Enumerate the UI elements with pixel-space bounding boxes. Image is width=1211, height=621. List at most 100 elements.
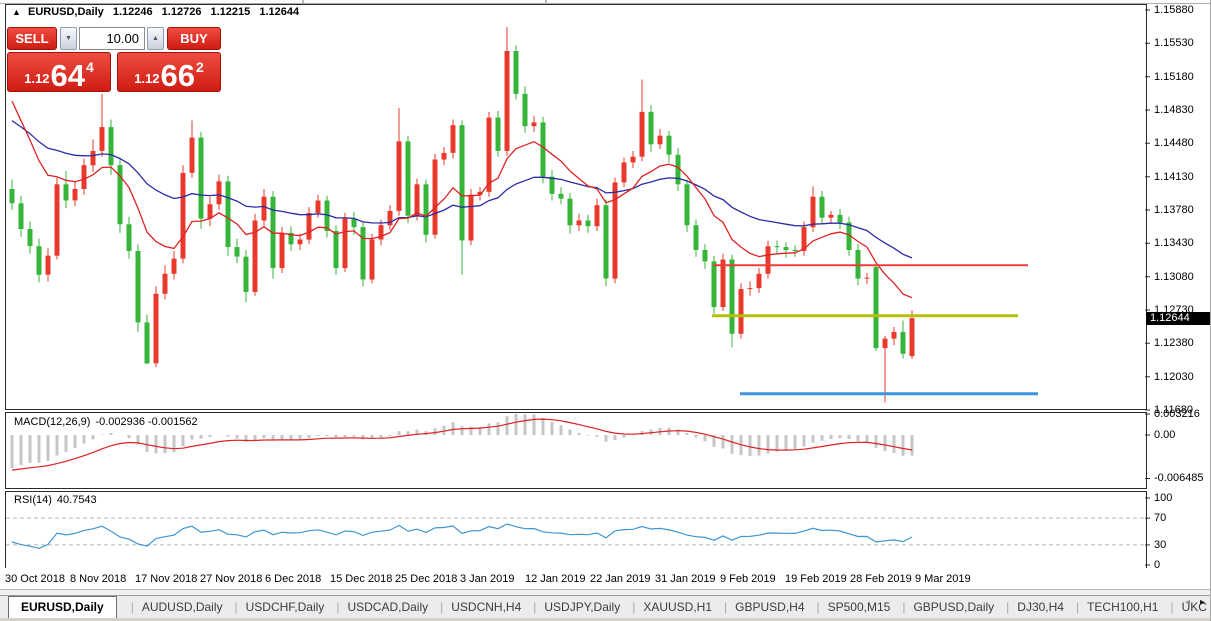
candle-body — [487, 118, 492, 192]
candle-body — [19, 203, 24, 229]
candle-body — [838, 215, 843, 223]
date-axis-label: 28 Feb 2019 — [850, 573, 912, 585]
candle-body — [910, 318, 915, 356]
candle-body — [433, 160, 438, 235]
candle-body — [523, 94, 528, 126]
candle-body — [694, 225, 699, 250]
tab-eurusd-daily[interactable]: EURUSD,Daily — [8, 596, 117, 619]
candle-body — [739, 289, 744, 334]
macd-axis-label: 0.00 — [1154, 429, 1175, 441]
candle-body — [235, 247, 240, 257]
candle-body — [154, 294, 159, 364]
date-axis-label: 19 Feb 2019 — [785, 573, 847, 585]
tab-dj30-h4[interactable]: DJ30,H4 — [996, 597, 1066, 617]
candle-body — [604, 205, 609, 278]
candle-body — [748, 288, 753, 289]
rsi-axis-label: 0 — [1154, 559, 1160, 571]
candle-body — [262, 197, 267, 221]
volume-input[interactable] — [79, 27, 145, 50]
candle-body — [271, 197, 276, 268]
macd-label: MACD(12,26,9)-0.002936 -0.001562 — [14, 416, 198, 428]
tab-tech100-h1[interactable]: TECH100,H1 — [1066, 597, 1161, 617]
tab-xauusd-h1[interactable]: XAUUSD,H1 — [622, 597, 714, 617]
tab-usdjpy-daily[interactable]: USDJPY,Daily — [523, 597, 622, 617]
sell-price-pip: 4 — [86, 59, 94, 75]
rsi-line — [12, 524, 912, 548]
price-axis-label: 1.13080 — [1154, 271, 1194, 283]
sell-button[interactable]: SELL — [7, 27, 57, 50]
symbol-marker-icon: ▲ — [12, 7, 21, 17]
tab-audusd-daily[interactable]: AUDUSD,Daily — [121, 597, 225, 617]
candle-body — [424, 184, 429, 235]
fast-ma-line — [12, 101, 912, 298]
candle-body — [217, 181, 222, 204]
tab-usdchf-daily[interactable]: USDCHF,Daily — [225, 597, 327, 617]
candle-body — [775, 246, 780, 247]
candle-body — [190, 138, 195, 173]
candle-body — [415, 184, 420, 215]
candle-body — [37, 246, 42, 275]
candle-body — [460, 125, 465, 240]
sell-price-button[interactable]: 1.12 64 4 — [7, 52, 111, 92]
price-axis-label: 1.15180 — [1154, 71, 1194, 83]
terminal-window: ▲ EURUSD,Daily 1.12246 1.12726 1.12215 1… — [0, 0, 1211, 621]
date-axis-label: 22 Jan 2019 — [590, 573, 651, 585]
candle-body — [352, 219, 357, 228]
toolbar-separator — [302, 0, 304, 3]
candle-body — [442, 153, 447, 160]
candle-body — [586, 221, 591, 227]
candle-body — [856, 250, 861, 279]
candle-body — [406, 141, 411, 215]
candle-body — [550, 177, 555, 194]
candle-body — [388, 211, 393, 225]
slow-ma-line — [12, 121, 912, 258]
candle-body — [451, 125, 456, 153]
ohlc-open: 1.12246 — [113, 6, 153, 18]
candle-body — [865, 278, 870, 279]
buy-button[interactable]: BUY — [167, 27, 221, 50]
candle-body — [568, 199, 573, 226]
candle-body — [559, 194, 564, 199]
tab-scroll-right-icon[interactable]: ▸ — [1200, 597, 1205, 608]
tab-usdcnh-h4[interactable]: USDCNH,H4 — [430, 597, 523, 617]
rsi-axis-label: 70 — [1154, 512, 1166, 524]
candle-body — [307, 213, 312, 240]
tab-gbpusd-daily[interactable]: GBPUSD,Daily — [892, 597, 996, 617]
candle-body — [334, 231, 339, 268]
candle-body — [766, 246, 771, 274]
current-price-tag: 1.12644 — [1146, 312, 1211, 325]
tab-scroll-left-icon[interactable]: ◂ — [1185, 597, 1190, 608]
candle-body — [712, 261, 717, 307]
candle-body — [658, 136, 663, 145]
candle-body — [892, 332, 897, 339]
volume-decrease-button[interactable]: ▼ — [60, 27, 77, 50]
macd-axis-label: 0.003216 — [1154, 408, 1200, 420]
symbol-title: EURUSD,Daily — [28, 6, 104, 18]
candle-body — [325, 201, 330, 232]
candle-body — [874, 267, 879, 348]
sell-price-big: 64 — [51, 61, 85, 90]
volume-increase-button[interactable]: ▲ — [147, 27, 164, 50]
candle-body — [541, 122, 546, 176]
candle-body — [730, 260, 735, 334]
buy-price-button[interactable]: 1.12 66 2 — [117, 52, 221, 92]
candle-body — [847, 222, 852, 250]
tab-gbpusd-h4[interactable]: GBPUSD,H4 — [714, 597, 806, 617]
candle-body — [172, 259, 177, 274]
candle-body — [298, 240, 303, 245]
date-axis-label: 12 Jan 2019 — [525, 573, 586, 585]
toolbar-edge — [0, 0, 1211, 4]
date-axis-label: 25 Dec 2018 — [395, 573, 457, 585]
tab-usdcad-daily[interactable]: USDCAD,Daily — [326, 597, 430, 617]
buy-price-pip: 2 — [196, 59, 204, 75]
buy-price-prefix: 1.12 — [134, 71, 159, 86]
candle-body — [811, 197, 816, 228]
candle-body — [55, 184, 60, 255]
candle-body — [685, 184, 690, 225]
price-axis-label: 1.14830 — [1154, 104, 1194, 116]
price-axis-label: 1.15880 — [1154, 4, 1194, 16]
tab-sp500-m15[interactable]: SP500,M15 — [807, 597, 893, 617]
candle-body — [496, 118, 501, 151]
candle-body — [199, 138, 204, 219]
rsi-panel[interactable] — [5, 491, 1147, 570]
